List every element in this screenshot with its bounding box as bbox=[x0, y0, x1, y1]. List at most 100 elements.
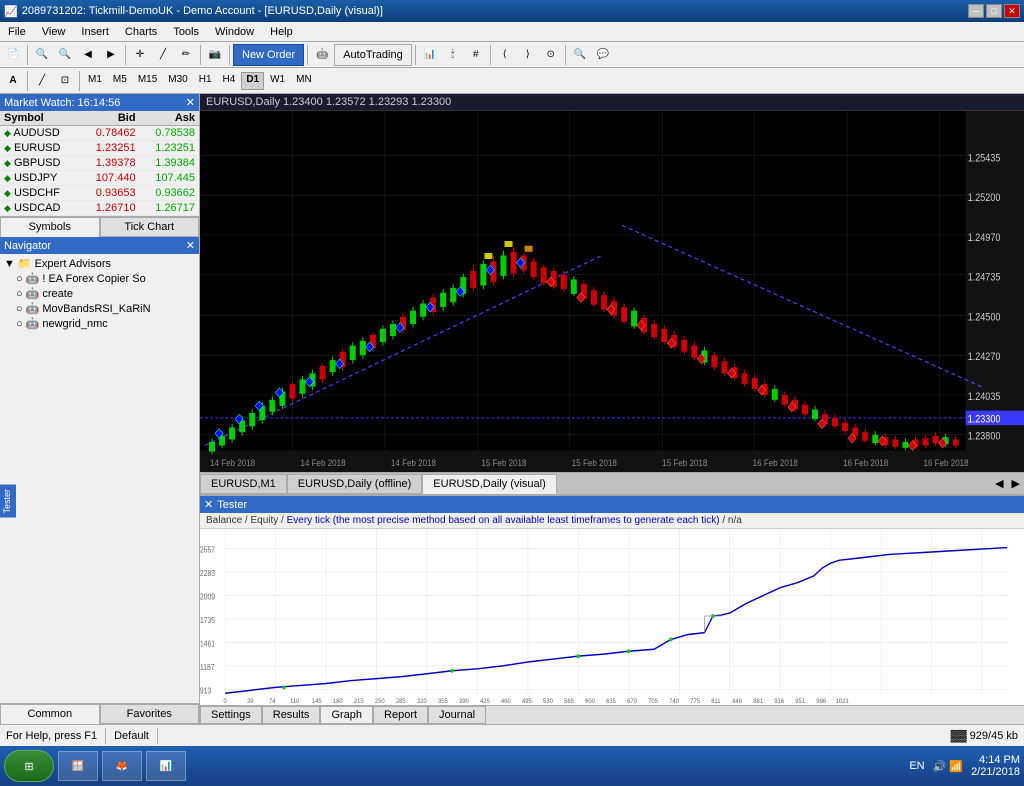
zoom-fit-button[interactable]: ⊙ bbox=[540, 44, 562, 66]
chart-symbol-info: EURUSD,Daily 1.23400 1.23572 1.23293 1.2… bbox=[206, 96, 451, 108]
market-watch-row[interactable]: ◆ USDCHF 0.93653 0.93662 bbox=[0, 186, 199, 201]
titlebar-controls: ─ □ ✕ bbox=[968, 4, 1020, 18]
chart-type-button[interactable]: 🕯 bbox=[442, 44, 464, 66]
start-button[interactable]: ⊞ bbox=[4, 750, 54, 782]
symbol-cell: ◆ USDJPY bbox=[0, 171, 80, 186]
market-watch-row[interactable]: ◆ AUDUSD 0.78462 0.78538 bbox=[0, 126, 199, 141]
svg-text:705: 705 bbox=[648, 698, 658, 705]
nav-item-2[interactable]: ○🤖create bbox=[2, 286, 197, 301]
taskbar-app-firefox[interactable]: 🦊 bbox=[102, 751, 142, 781]
market-watch-row[interactable]: ◆ USDJPY 107.440 107.445 bbox=[0, 171, 199, 186]
svg-text:1.24270: 1.24270 bbox=[968, 351, 1001, 363]
screenshot-button[interactable]: 📷 bbox=[204, 44, 226, 66]
taskbar-app-windows[interactable]: 🪟 bbox=[58, 751, 98, 781]
draw-line-button[interactable]: ╱ bbox=[31, 70, 53, 92]
scroll-left-button[interactable]: ◀ bbox=[77, 44, 99, 66]
tester-tab-report[interactable]: Report bbox=[373, 706, 428, 724]
memory-value: 929/45 kb bbox=[970, 730, 1018, 742]
restore-button[interactable]: □ bbox=[986, 4, 1002, 18]
svg-text:565: 565 bbox=[564, 698, 574, 705]
tf-m15[interactable]: M15 bbox=[133, 72, 162, 90]
menu-window[interactable]: Window bbox=[207, 24, 262, 40]
minimize-button[interactable]: ─ bbox=[968, 4, 984, 18]
ask-cell: 1.39384 bbox=[140, 156, 199, 171]
market-watch-row[interactable]: ◆ EURUSD 1.23251 1.23251 bbox=[0, 141, 199, 156]
svg-text:39: 39 bbox=[247, 698, 254, 705]
nav-expand-icon: ○ bbox=[16, 273, 23, 285]
tf-w1[interactable]: W1 bbox=[265, 72, 290, 90]
mw-tab-tick-chart[interactable]: Tick Chart bbox=[100, 217, 200, 237]
zoom-in-button[interactable]: 🔍 bbox=[31, 44, 53, 66]
chart-scroll-right-icon[interactable]: ▶ bbox=[1008, 475, 1024, 492]
auto-trading-button[interactable]: AutoTrading bbox=[334, 44, 412, 66]
prev-chart-button[interactable]: ⟨ bbox=[494, 44, 516, 66]
chart-canvas[interactable]: 1.25435 1.25200 1.24970 1.24735 1.24500 … bbox=[200, 111, 1024, 472]
tf-h1[interactable]: H1 bbox=[194, 72, 217, 90]
nav-item-4[interactable]: ○🤖newgrid_nmc bbox=[2, 316, 197, 331]
terminal-button[interactable]: 💬 bbox=[592, 44, 614, 66]
chart-tab-daily-visual[interactable]: EURUSD,Daily (visual) bbox=[422, 474, 556, 494]
tf-m5[interactable]: M5 bbox=[108, 72, 132, 90]
menu-help[interactable]: Help bbox=[262, 24, 301, 40]
tester-tab-settings[interactable]: Settings bbox=[200, 706, 262, 724]
menu-file[interactable]: File bbox=[0, 24, 34, 40]
language-indicator: EN bbox=[909, 760, 924, 772]
chart-tab-m1[interactable]: EURUSD,M1 bbox=[200, 474, 287, 494]
svg-text:2283: 2283 bbox=[200, 568, 215, 578]
graph-area[interactable]: 2557 2283 2009 1735 1461 1187 913 bbox=[200, 529, 1024, 705]
tester-tabs: Settings Results Graph Report Journal bbox=[200, 705, 1024, 724]
menu-insert[interactable]: Insert bbox=[73, 24, 117, 40]
chart-tab-scroll: ◀ ▶ bbox=[991, 475, 1024, 492]
close-button[interactable]: ✕ bbox=[1004, 4, 1020, 18]
tester-tab-graph[interactable]: Graph bbox=[320, 706, 373, 724]
market-watch-row[interactable]: ◆ USDCAD 1.26710 1.26717 bbox=[0, 201, 199, 216]
nav-item-0[interactable]: ▼📁Expert Advisors bbox=[2, 256, 197, 271]
new-order-button[interactable]: New Order bbox=[233, 44, 304, 66]
taskbar-app-mt4[interactable]: 📊 bbox=[146, 751, 186, 781]
nav-item-icon: 🤖 bbox=[26, 287, 40, 300]
search-button[interactable]: 🔍 bbox=[569, 44, 591, 66]
nav-item-icon: 🤖 bbox=[26, 317, 40, 330]
mw-tab-symbols[interactable]: Symbols bbox=[0, 217, 100, 237]
grid-button[interactable]: # bbox=[465, 44, 487, 66]
zoom-out-button[interactable]: 🔍 bbox=[54, 44, 76, 66]
crosshair-button[interactable]: ✛ bbox=[129, 44, 151, 66]
nav-tab-common[interactable]: Common bbox=[0, 704, 100, 724]
chart-tab-daily-offline[interactable]: EURUSD,Daily (offline) bbox=[287, 474, 423, 494]
svg-text:1187: 1187 bbox=[200, 662, 214, 672]
text-tool-button[interactable]: A bbox=[2, 70, 24, 92]
scroll-right-button[interactable]: ▶ bbox=[100, 44, 122, 66]
tf-d1[interactable]: D1 bbox=[241, 72, 264, 90]
menu-tools[interactable]: Tools bbox=[165, 24, 207, 40]
menu-view[interactable]: View bbox=[34, 24, 74, 40]
tester-close-icon[interactable]: ✕ bbox=[204, 498, 213, 511]
tester-tab-journal[interactable]: Journal bbox=[428, 706, 486, 724]
tf-m30[interactable]: M30 bbox=[163, 72, 192, 90]
taskbar-clock: 4:14 PM 2/21/2018 bbox=[971, 754, 1020, 778]
nav-item-label: create bbox=[42, 288, 73, 300]
nav-tab-favorites[interactable]: Favorites bbox=[100, 704, 200, 724]
navigator-header: Navigator ✕ bbox=[0, 237, 199, 254]
navigator-close-icon[interactable]: ✕ bbox=[186, 239, 195, 252]
tf-mn[interactable]: MN bbox=[291, 72, 317, 90]
pen-button[interactable]: ✏ bbox=[175, 44, 197, 66]
tester-tab-results[interactable]: Results bbox=[262, 706, 321, 724]
line-button[interactable]: ╱ bbox=[152, 44, 174, 66]
tf-m1[interactable]: M1 bbox=[83, 72, 107, 90]
market-watch-row[interactable]: ◆ GBPUSD 1.39378 1.39384 bbox=[0, 156, 199, 171]
nav-item-1[interactable]: ○🤖! EA Forex Copier So bbox=[2, 271, 197, 286]
chart-scroll-left-icon[interactable]: ◀ bbox=[991, 475, 1007, 492]
new-chart-button[interactable]: 📄 bbox=[2, 44, 24, 66]
nav-item-3[interactable]: ○🤖MovBandsRSI_KaRiN bbox=[2, 301, 197, 316]
menu-charts[interactable]: Charts bbox=[117, 24, 165, 40]
candlestick-chart: 1.25435 1.25200 1.24970 1.24735 1.24500 … bbox=[200, 111, 1024, 472]
draw-shape-button[interactable]: ⊡ bbox=[54, 70, 76, 92]
tf-h4[interactable]: H4 bbox=[218, 72, 241, 90]
ask-cell: 107.445 bbox=[140, 171, 199, 186]
market-watch-close-icon[interactable]: ✕ bbox=[186, 96, 195, 109]
next-chart-button[interactable]: ⟩ bbox=[517, 44, 539, 66]
indicators-button[interactable]: 📊 bbox=[419, 44, 441, 66]
svg-text:2557: 2557 bbox=[200, 545, 215, 555]
bid-cell: 1.26710 bbox=[80, 201, 139, 216]
tester-title: Tester bbox=[217, 499, 247, 511]
